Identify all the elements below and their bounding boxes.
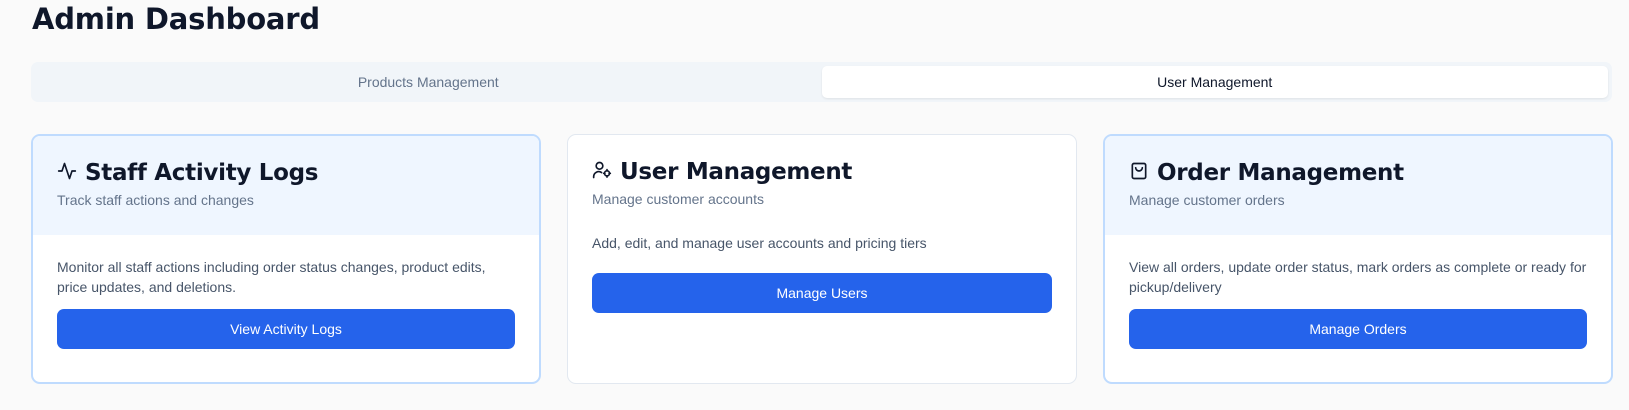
staff-activity-logs-card: Staff Activity Logs Track staff actions …: [31, 134, 541, 384]
activity-icon: [57, 161, 77, 186]
card-grid: Staff Activity Logs Track staff actions …: [31, 134, 1613, 384]
card-title: Staff Activity Logs: [85, 160, 319, 186]
manage-orders-button[interactable]: Manage Orders: [1129, 309, 1587, 349]
card-header: User Management Manage customer accounts: [568, 135, 1076, 225]
card-body: View all orders, update order status, ma…: [1105, 235, 1611, 373]
manage-users-button[interactable]: Manage Users: [592, 273, 1052, 313]
view-activity-logs-button[interactable]: View Activity Logs: [57, 309, 515, 349]
card-title: Order Management: [1157, 160, 1404, 186]
card-title: User Management: [620, 159, 853, 185]
user-management-card: User Management Manage customer accounts…: [567, 134, 1077, 384]
card-subtitle: Manage customer accounts: [592, 191, 764, 207]
card-description: Add, edit, and manage user accounts and …: [592, 235, 927, 251]
card-body: Add, edit, and manage user accounts and …: [568, 225, 1076, 337]
user-cog-icon: [592, 160, 612, 185]
card-description: View all orders, update order status, ma…: [1129, 259, 1587, 295]
tab-list: Products Management User Management: [31, 62, 1612, 102]
card-header: Staff Activity Logs Track staff actions …: [33, 136, 539, 235]
card-description: Monitor all staff actions including orde…: [57, 259, 486, 295]
tab-products-management[interactable]: Products Management: [35, 66, 822, 98]
order-management-card: Order Management Manage customer orders …: [1103, 134, 1613, 384]
card-subtitle: Manage customer orders: [1129, 192, 1285, 208]
tab-user-management[interactable]: User Management: [821, 66, 1608, 98]
page-title: Admin Dashboard: [32, 2, 320, 36]
card-subtitle: Track staff actions and changes: [57, 192, 254, 208]
card-header: Order Management Manage customer orders: [1105, 136, 1611, 235]
shopping-bag-icon: [1129, 161, 1149, 186]
card-body: Monitor all staff actions including orde…: [33, 235, 539, 373]
